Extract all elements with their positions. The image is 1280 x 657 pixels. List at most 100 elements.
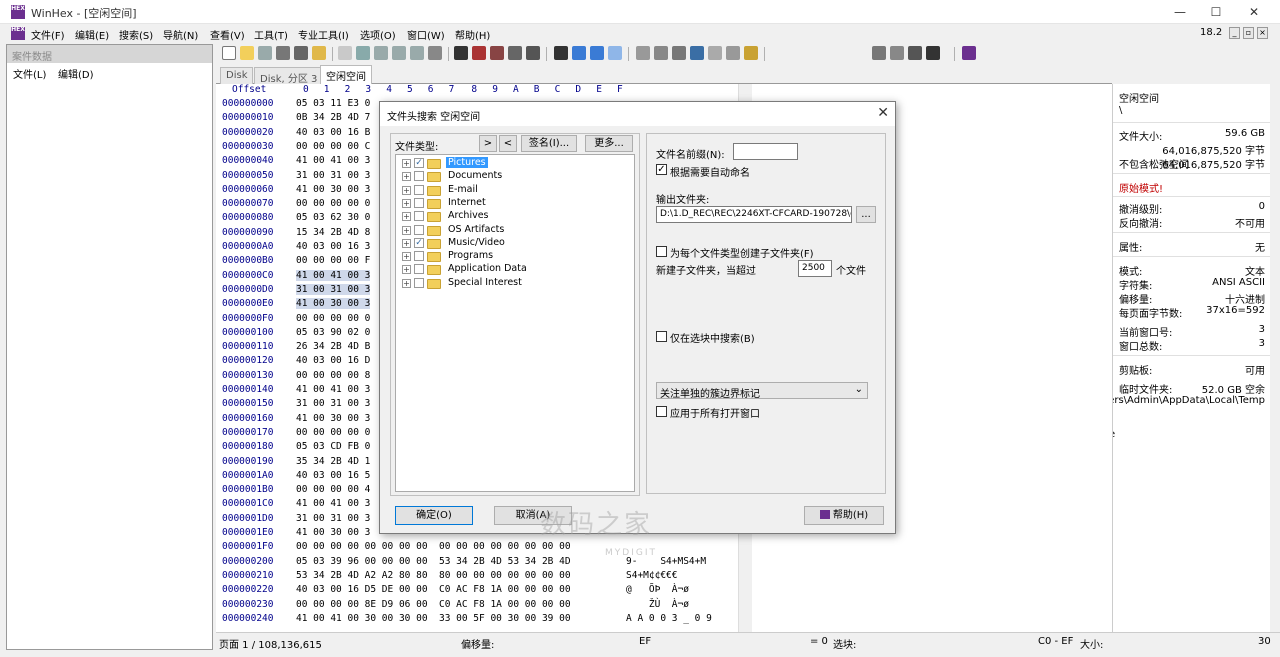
- hex-row[interactable]: 000000230 00 00 00 00 8E D9 06 00 C0 AC F…: [216, 599, 756, 613]
- subfolder-threshold-input[interactable]: 2500: [798, 260, 832, 277]
- tree-checkbox[interactable]: [414, 224, 424, 235]
- hex-row[interactable]: 0000001F0 00 00 00 00 00 00 00 00 00 00 0…: [216, 541, 756, 555]
- tree-checkbox[interactable]: ✓: [414, 158, 424, 168]
- hex-row-bytes[interactable]: 41 00 30 00 3: [296, 184, 370, 195]
- hex-row-bytes[interactable]: 41 00 41 00 3: [296, 269, 371, 281]
- hex-row-bytes[interactable]: 41 00 30 00 3: [296, 527, 370, 538]
- expand-icon[interactable]: +: [402, 172, 411, 182]
- cluster-boundary-select[interactable]: 关注单独的簇边界标记 ⌄: [656, 382, 868, 399]
- hex-row-bytes[interactable]: 05 03 62 30 0: [296, 212, 370, 223]
- signature-button[interactable]: 签名(I)...: [521, 135, 577, 152]
- menu-edit[interactable]: 编辑(E): [75, 27, 109, 42]
- open-folder-icon[interactable]: [240, 46, 254, 60]
- prev-button[interactable]: <: [499, 135, 517, 152]
- hex-row[interactable]: 000000200 05 03 39 96 00 00 00 00 53 34 2…: [216, 556, 756, 570]
- tree-checkbox[interactable]: [414, 171, 424, 182]
- hex-row-bytes[interactable]: 31 00 31 00 3: [296, 170, 370, 181]
- close-button[interactable]: ✕: [1234, 0, 1274, 24]
- hex-row-bytes[interactable]: 41 00 41 00 3: [296, 498, 370, 509]
- tree-item[interactable]: + OS Artifacts: [396, 224, 596, 237]
- menu-view[interactable]: 查看(V): [210, 27, 245, 42]
- hex-row-bytes[interactable]: 05 03 CD FB 0: [296, 441, 370, 452]
- hex-row-bytes[interactable]: 40 03 00 16 D: [296, 355, 370, 366]
- forward-arrow-icon[interactable]: [608, 46, 622, 60]
- subfolder-checkbox[interactable]: [656, 246, 667, 257]
- help-book-icon[interactable]: [962, 46, 976, 60]
- mdi-close-button[interactable]: ×: [1257, 27, 1268, 39]
- apply-all-checkbox[interactable]: [656, 406, 667, 417]
- tree-item[interactable]: + E-mail: [396, 184, 596, 197]
- properties-icon[interactable]: [294, 46, 308, 60]
- maximize-button[interactable]: ☐: [1196, 0, 1236, 24]
- tree-checkbox[interactable]: [414, 184, 424, 195]
- hex-row-bytes[interactable]: 00 00 00 00 0: [296, 313, 370, 324]
- hex-row-bytes[interactable]: 41 00 41 00 3: [296, 155, 370, 166]
- hex-row-bytes[interactable]: 00 00 00 00 0: [296, 427, 370, 438]
- hex-row-bytes[interactable]: 00 00 00 00 0: [296, 198, 370, 209]
- browse-button[interactable]: ...: [856, 206, 876, 223]
- expand-icon[interactable]: +: [402, 265, 411, 275]
- tab-free-space[interactable]: 空闲空间: [320, 65, 372, 84]
- hex-row-bytes[interactable]: 41 00 30 00 3: [296, 413, 370, 424]
- goto-page-icon[interactable]: [572, 46, 586, 60]
- speaker-icon[interactable]: [726, 46, 740, 60]
- auto-name-checkbox[interactable]: ✓: [656, 164, 667, 175]
- hex-row-bytes[interactable]: 15 34 2B 4D 8: [296, 227, 370, 238]
- file-type-tree[interactable]: + ✓ Pictures + Documents + E-mail + Internet + Arc…: [395, 154, 635, 492]
- expand-icon[interactable]: +: [402, 198, 411, 208]
- menu-help[interactable]: 帮助(H): [455, 27, 490, 42]
- goto-offset-icon[interactable]: [554, 46, 568, 60]
- menu-file[interactable]: 文件(F): [31, 27, 65, 42]
- tree-item[interactable]: + Programs: [396, 250, 596, 263]
- new-file-icon[interactable]: [222, 46, 236, 60]
- menu-tools[interactable]: 工具(T): [254, 27, 288, 42]
- hex-row-bytes[interactable]: 40 03 00 16 D5 DE 00 00 C0 AC F8 1A 00 0…: [296, 584, 571, 595]
- tree-checkbox[interactable]: [414, 251, 424, 262]
- hex-row-bytes[interactable]: 41 00 30 00 3: [296, 298, 371, 310]
- expand-icon[interactable]: +: [402, 238, 411, 248]
- menu-window[interactable]: 窗口(W): [407, 27, 445, 42]
- open-ram-icon[interactable]: [654, 46, 668, 60]
- back-arrow-icon[interactable]: [590, 46, 604, 60]
- find-next-icon[interactable]: [526, 46, 540, 60]
- hex-row-ascii[interactable]: ŽÙ À¬ø: [626, 599, 689, 610]
- print-icon[interactable]: [276, 46, 290, 60]
- search-tool-icon[interactable]: [708, 46, 722, 60]
- tree-item[interactable]: + Documents: [396, 170, 596, 183]
- hex-row-bytes[interactable]: 00 00 00 00 F: [296, 255, 370, 266]
- output-folder-input[interactable]: D:\1.D_REC\REC\2246XT-CFCARD-190728\d: [656, 206, 852, 223]
- tree-item[interactable]: + Special Interest: [396, 277, 596, 290]
- case-menu-file[interactable]: 文件(L): [13, 66, 46, 81]
- tree-checkbox[interactable]: [414, 277, 424, 288]
- expand-icon[interactable]: +: [402, 225, 411, 235]
- hex-row-bytes[interactable]: 41 00 41 00 30 00 30 00 33 00 5F 00 30 0…: [296, 613, 571, 624]
- menu-options[interactable]: 选项(O): [360, 27, 396, 42]
- tree-item[interactable]: + Internet: [396, 197, 596, 210]
- hex-row-ascii[interactable]: A A 0 0 3 _ 0 9: [626, 613, 712, 624]
- hex-row[interactable]: 000000240 41 00 41 00 30 00 30 00 33 00 5…: [216, 613, 756, 627]
- ok-button[interactable]: 确定(O): [395, 506, 473, 525]
- tree-item[interactable]: + Archives: [396, 210, 596, 223]
- minimize-button[interactable]: —: [1160, 0, 1200, 24]
- tree-checkbox[interactable]: [414, 197, 424, 208]
- replace-text-icon[interactable]: [490, 46, 504, 60]
- hex-row-bytes[interactable]: 00 00 00 00 8E D9 06 00 C0 AC F8 1A 00 0…: [296, 599, 571, 610]
- hex-row-ascii[interactable]: S4+M¢¢€€€: [626, 570, 677, 581]
- help-button[interactable]: 帮助(H): [804, 506, 884, 525]
- hex-row-bytes[interactable]: 26 34 2B 4D B: [296, 341, 370, 352]
- expand-icon[interactable]: +: [402, 252, 411, 262]
- more-button[interactable]: 更多...: [585, 135, 633, 152]
- copy-block-icon[interactable]: [374, 46, 388, 60]
- open-disk-icon[interactable]: [312, 46, 326, 60]
- menu-search[interactable]: 搜索(S): [119, 27, 153, 42]
- only-block-checkbox[interactable]: [656, 331, 667, 342]
- find-text-icon[interactable]: [454, 46, 468, 60]
- prev-window-icon[interactable]: [908, 46, 922, 60]
- mdi-restore-button[interactable]: ▫: [1243, 27, 1254, 39]
- next-window-icon[interactable]: [926, 46, 940, 60]
- case-menu-edit[interactable]: 编辑(D): [58, 66, 94, 81]
- tree-item[interactable]: + Application Data: [396, 263, 596, 276]
- hex-row-bytes[interactable]: 40 03 00 16 3: [296, 241, 370, 252]
- hex-row[interactable]: 000000210 53 34 2B 4D A2 A2 80 80 80 00 0…: [216, 570, 756, 584]
- expand-icon[interactable]: +: [402, 159, 411, 168]
